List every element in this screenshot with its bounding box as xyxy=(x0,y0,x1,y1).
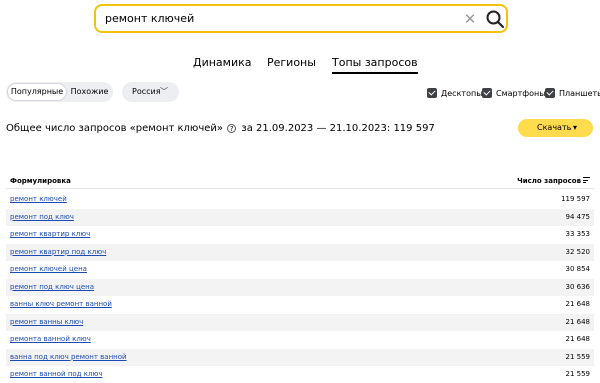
help-icon[interactable]: ? xyxy=(227,124,237,133)
query-count: 21 648 xyxy=(565,335,591,343)
sort-icon[interactable] xyxy=(583,177,590,183)
query-link[interactable]: ремонт ключей xyxy=(10,191,67,209)
table-row: ремонт квартир под ключ 32 520 xyxy=(6,243,594,262)
table-row: ремонт ванной под ключ 21 559 xyxy=(6,366,594,383)
tab-top-queries[interactable]: Топы запросов xyxy=(332,56,418,74)
col-phrase-header: Формулировка xyxy=(10,177,71,185)
checkbox-icon[interactable] xyxy=(545,88,555,98)
table-row: ремонт ключей 119 597 xyxy=(6,191,594,209)
summary-text: Общее число запросов «ремонт ключей» ? з… xyxy=(6,123,435,134)
query-count: 21 648 xyxy=(565,317,591,326)
table-row: ремонта ванной ключ 21 648 xyxy=(6,331,594,349)
query-count: 32 520 xyxy=(565,247,591,256)
query-count: 30 854 xyxy=(565,265,591,273)
device-label: Смартфоны xyxy=(496,89,546,98)
summary-suffix: за 21.09.2023 — 21.10.2023: 119 597 xyxy=(241,123,435,134)
query-link[interactable]: ремонт под ключ xyxy=(10,209,74,227)
tab-dynamics[interactable]: Динамика xyxy=(193,56,252,69)
query-link[interactable]: ванна под ключ ремонт ванной xyxy=(10,349,127,367)
chevron-down-icon: ▾ xyxy=(573,123,578,132)
query-link[interactable]: ремонт ключей цена xyxy=(10,261,87,279)
table-row: ремонт квартир ключ 33 353 xyxy=(6,226,594,244)
table-row: ванна под ключ ремонт ванной 21 559 xyxy=(6,348,594,367)
close-icon[interactable]: ✕ xyxy=(462,10,478,28)
mode-similar-button[interactable]: Похожие xyxy=(68,84,111,100)
query-count: 30 636 xyxy=(565,282,591,291)
checkbox-icon[interactable] xyxy=(482,88,492,98)
search-box[interactable]: ремонт ключей ✕ xyxy=(94,4,508,33)
query-count: 21 559 xyxy=(565,370,591,378)
device-label: Планшеты xyxy=(559,89,600,98)
checkbox-icon[interactable] xyxy=(427,88,437,98)
table-row: ремонт ванны ключ 21 648 xyxy=(6,313,594,332)
query-link[interactable]: ремонт ванной под ключ xyxy=(10,366,102,383)
mode-switch: Популярные Похожие xyxy=(6,82,113,102)
query-link[interactable]: ремонт под ключ цена xyxy=(10,279,94,297)
search-icon[interactable] xyxy=(485,9,505,29)
query-count: 21 559 xyxy=(565,352,591,361)
query-link[interactable]: ремонт ванны ключ xyxy=(10,314,83,332)
download-button[interactable]: Скачать ▾ xyxy=(518,119,593,137)
table-row: ремонт под ключ 94 475 xyxy=(6,208,594,227)
col-count-header[interactable]: Число запросов xyxy=(517,177,590,185)
query-link[interactable]: ванны ключ ремонт ванной xyxy=(10,296,112,314)
query-count: 21 648 xyxy=(565,300,591,308)
mode-popular-button[interactable]: Популярные xyxy=(8,84,66,100)
query-count: 33 353 xyxy=(565,230,591,238)
table-row: ремонт под ключ цена 30 636 xyxy=(6,278,594,297)
col-count-label: Число запросов xyxy=(517,177,581,185)
region-select[interactable]: Россия ﹀ xyxy=(122,82,179,102)
table-row: ванны ключ ремонт ванной 21 648 xyxy=(6,296,594,314)
table-row: ремонт ключей цена 30 854 xyxy=(6,261,594,279)
device-label: Десктопы xyxy=(441,89,483,98)
download-label: Скачать xyxy=(537,123,572,132)
table-body: ремонт ключей 119 597 ремонт под ключ 94 47… xyxy=(6,191,594,383)
query-count: 119 597 xyxy=(561,195,590,203)
summary-prefix: Общее число запросов «ремонт ключей» xyxy=(6,123,224,134)
query-link[interactable]: ремонта ванной ключ xyxy=(10,331,91,349)
tab-regions[interactable]: Регионы xyxy=(267,56,316,69)
table-header: Формулировка Число запросов xyxy=(6,175,594,189)
search-input[interactable]: ремонт ключей xyxy=(105,12,194,25)
chevron-down-icon: ﹀ xyxy=(160,87,168,96)
query-count: 94 475 xyxy=(565,212,591,221)
query-link[interactable]: ремонт квартир ключ xyxy=(10,226,90,244)
region-label: Россия xyxy=(132,87,161,96)
tabs: Динамика Регионы Топы запросов xyxy=(0,56,600,76)
query-link[interactable]: ремонт квартир под ключ xyxy=(10,244,106,262)
